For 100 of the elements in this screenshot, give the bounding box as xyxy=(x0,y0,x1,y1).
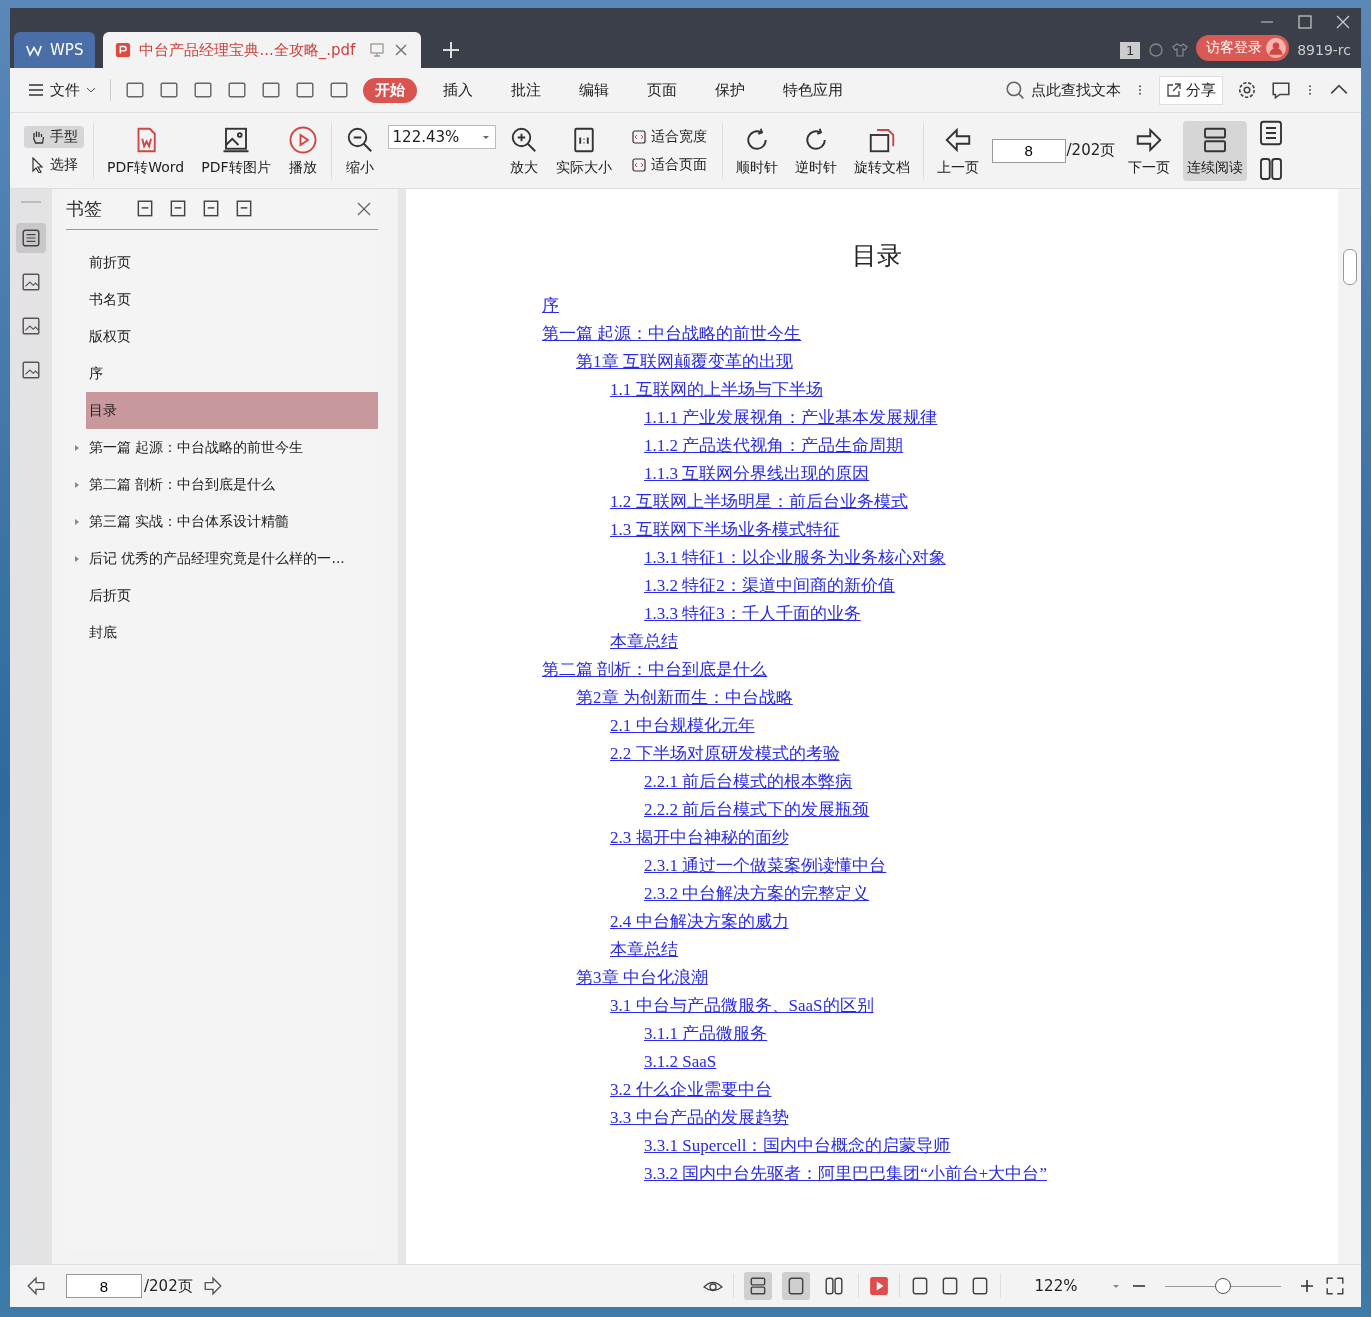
bookmark-item[interactable]: 第一篇 起源：中台战略的前世今生 xyxy=(86,429,378,466)
page-number-field[interactable]: 8 xyxy=(66,1274,142,1298)
toc-link[interactable]: 1.1.1 产业发展视角：产业基本发展规律 xyxy=(644,408,938,427)
toolbar-button[interactable]: 播放 xyxy=(283,120,322,181)
toc-link[interactable]: 3.3.2 国内中台先驱者：阿里巴巴集团“小前台+大中台” xyxy=(644,1164,1047,1183)
image-icon[interactable] xyxy=(21,272,41,292)
toc-link[interactable]: 第一篇 起源：中台战略的前世今生 xyxy=(542,324,802,343)
toolbar-button[interactable]: 旋转文档 xyxy=(849,120,914,181)
bookmark-item[interactable]: 序 xyxy=(86,355,378,392)
zoom-slider-thumb[interactable] xyxy=(1215,1278,1231,1294)
comment-icon[interactable] xyxy=(1271,80,1291,100)
zoom-select[interactable]: 122.43% xyxy=(387,125,496,149)
login-button[interactable]: 访客登录 xyxy=(1196,35,1290,61)
toc-link[interactable]: 1.1 互联网的上半场与下半场 xyxy=(610,380,823,399)
ribbon-tab[interactable]: 开始 xyxy=(363,77,417,103)
toc-link[interactable]: 1.1.3 互联网分界线出现的原因 xyxy=(644,464,870,483)
toc-link[interactable]: 1.3.1 特征1：以企业服务为业务核心对象 xyxy=(644,548,946,567)
zoom-level[interactable]: 122% xyxy=(1011,1277,1101,1295)
ribbon-tab[interactable]: 页面 xyxy=(635,77,689,103)
toc-link[interactable]: 2.2.2 前后台模式下的发展瓶颈 xyxy=(644,800,870,819)
toc-link[interactable]: 1.3.3 特征3：千人千面的业务 xyxy=(644,604,861,623)
zoom-in-icon[interactable] xyxy=(1299,1278,1315,1294)
single-page-icon[interactable] xyxy=(786,1276,806,1296)
ribbon-tab[interactable]: 插入 xyxy=(431,77,485,103)
toc-link[interactable]: 3.1.1 产品微服务 xyxy=(644,1024,768,1043)
two-page-icon[interactable] xyxy=(824,1276,844,1296)
toc-link[interactable]: 2.3 揭开中台神秘的面纱 xyxy=(610,828,789,847)
bookmark-item[interactable]: 第三篇 实战：中台体系设计精髓 xyxy=(86,503,378,540)
fit-button[interactable]: 适合宽度 xyxy=(624,125,713,148)
toolbar-button[interactable]: 下一页 xyxy=(1124,120,1175,181)
toc-link[interactable]: 第1章 互联网颠覆变革的出现 xyxy=(576,352,793,371)
maximize-icon[interactable] xyxy=(1297,14,1313,30)
toc-link[interactable]: 3.2 什么企业需要中台 xyxy=(610,1080,772,1099)
file-menu[interactable]: 文件 xyxy=(28,80,96,100)
fit-button[interactable]: 适合页面 xyxy=(624,153,713,176)
ribbon-tab[interactable]: 编辑 xyxy=(567,77,621,103)
bookmark-item[interactable]: 版权页 xyxy=(86,318,378,355)
toolbar-button[interactable]: PDF转Word xyxy=(103,120,189,181)
toc-link[interactable]: 1.2 互联网上半场明星：前后台业务模式 xyxy=(610,492,908,511)
bookmark-item[interactable]: 前折页 xyxy=(86,244,378,281)
fullscreen-icon[interactable] xyxy=(1325,1276,1345,1296)
shirt-icon[interactable] xyxy=(1172,42,1189,58)
toc-link[interactable]: 3.3.1 Supercell：国内中台概念的启蒙导师 xyxy=(644,1136,951,1155)
toc-link[interactable]: 1.1.2 产品迭代视角：产品生命周期 xyxy=(644,436,904,455)
expand-arrow-icon[interactable] xyxy=(74,554,80,563)
bookmark-item[interactable]: 后记 优秀的产品经理究竟是什么样的一... xyxy=(86,540,378,577)
play-icon[interactable] xyxy=(869,1276,889,1296)
select-tool-button[interactable]: 选择 xyxy=(24,153,84,176)
toc-link[interactable]: 2.2.1 前后台模式的根本弊病 xyxy=(644,772,853,791)
toolbar-button[interactable]: 实际大小 xyxy=(551,120,616,181)
toolbar-button[interactable]: 逆时针 xyxy=(790,120,841,181)
hand-tool-button[interactable]: 手型 xyxy=(24,125,84,148)
toc-link[interactable]: 1.3 互联网下半场业务模式特征 xyxy=(610,520,840,539)
ribbon-tab[interactable]: 特色应用 xyxy=(771,77,855,103)
toc-link[interactable]: 第2章 为创新而生：中台战略 xyxy=(576,688,793,707)
scrollbar-thumb[interactable] xyxy=(1343,249,1357,285)
toc-link[interactable]: 2.2 下半场对原研发模式的考验 xyxy=(610,744,840,763)
add-tab-icon[interactable] xyxy=(441,40,462,60)
left-arrow-icon[interactable] xyxy=(26,1276,46,1296)
continuous-reading-button[interactable]: 连续阅读 xyxy=(1183,120,1248,181)
ribbon-tab[interactable]: 保护 xyxy=(703,77,757,103)
toc-link[interactable]: 1.3.2 特征2：渠道中间商的新价值 xyxy=(644,576,895,595)
toc-link[interactable]: 序 xyxy=(542,296,559,315)
toc-link[interactable]: 3.3 中台产品的发展趋势 xyxy=(610,1108,789,1127)
toolbar-button[interactable]: 上一页 xyxy=(932,120,983,181)
toc-link[interactable]: 3.1 中台与产品微服务、SaaS的区别 xyxy=(610,996,874,1015)
document-tab[interactable]: 中台产品经理宝典...全攻略_.pdf xyxy=(103,32,422,68)
toc-link[interactable]: 本章总结 xyxy=(610,632,678,651)
ribbon-tab[interactable]: 批注 xyxy=(499,77,553,103)
toolbar-button[interactable]: 缩小 xyxy=(340,120,379,181)
toc-link[interactable]: 2.1 中台规模化元年 xyxy=(610,716,755,735)
toolbar-button[interactable]: 放大 xyxy=(504,120,543,181)
toc-link[interactable]: 第3章 中台化浪潮 xyxy=(576,968,708,987)
window-count-badge[interactable]: 1 xyxy=(1119,42,1141,59)
bookmark-item[interactable]: 第二篇 剖析：中台到底是什么 xyxy=(86,466,378,503)
toc-link[interactable]: 3.1.2 SaaS xyxy=(644,1052,717,1071)
expand-arrow-icon[interactable] xyxy=(74,517,80,526)
right-arrow-icon[interactable] xyxy=(202,1276,223,1296)
bookmark-item[interactable]: 封底 xyxy=(86,614,378,651)
toc-link[interactable]: 第二篇 剖析：中台到底是什么 xyxy=(542,660,768,679)
bookmark-item[interactable]: 后折页 xyxy=(86,577,378,614)
toc-link[interactable]: 2.4 中台解决方案的威力 xyxy=(610,912,789,931)
document-tab[interactable]: WPS xyxy=(14,32,96,68)
continuous-layout-icon[interactable] xyxy=(748,1276,768,1296)
bookmark-item[interactable]: 书名页 xyxy=(86,281,378,318)
expand-arrow-icon[interactable] xyxy=(74,480,80,489)
expand-arrow-icon[interactable] xyxy=(74,443,80,452)
toolbar-button[interactable]: 顺时针 xyxy=(731,120,782,181)
toc-link[interactable]: 本章总结 xyxy=(610,940,678,959)
settings-icon[interactable] xyxy=(1237,80,1257,100)
page-number-field[interactable]: 8 xyxy=(991,138,1066,163)
close-icon[interactable] xyxy=(393,42,410,58)
bookmark-list-button[interactable] xyxy=(16,223,46,253)
bookmark-item[interactable]: 目录 xyxy=(86,392,378,429)
toolbar-button[interactable]: PDF转图片 xyxy=(197,120,275,181)
toc-link[interactable]: 2.3.1 通过一个做菜案例读懂中台 xyxy=(644,856,887,875)
toc-link[interactable]: 2.3.2 中台解决方案的完整定义 xyxy=(644,884,870,903)
find-text-button[interactable]: 点此查找文本 xyxy=(1005,80,1121,100)
close-icon[interactable] xyxy=(356,201,372,217)
share-button[interactable]: 分享 xyxy=(1159,75,1223,105)
